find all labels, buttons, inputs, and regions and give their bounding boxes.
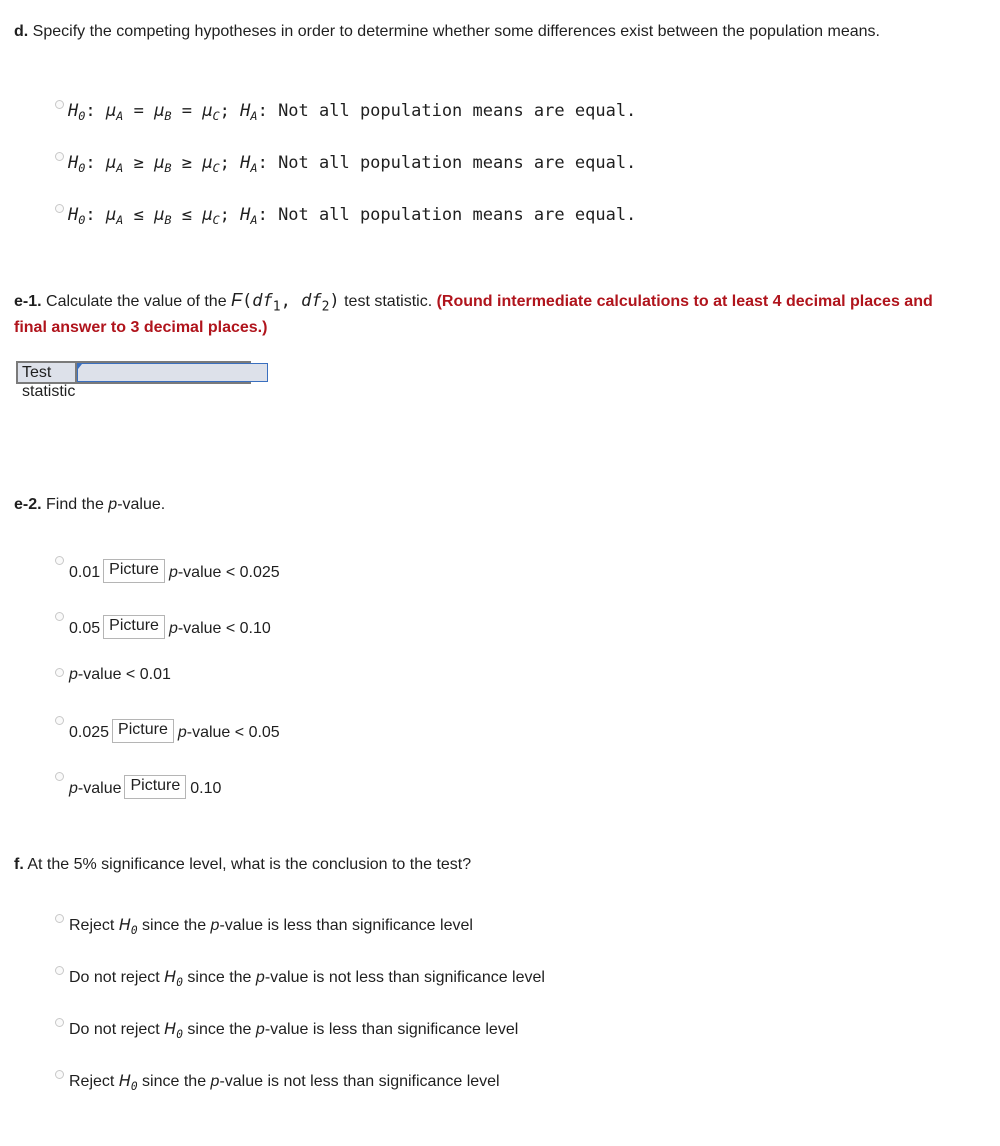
test-statistic-label: Test statistic	[18, 363, 78, 400]
pvalue-option-text: 0.05 Picture p-value < 0.10	[69, 615, 271, 639]
picture-placeholder: Picture	[112, 719, 174, 743]
test-statistic-table: Test statistic	[16, 361, 269, 400]
question-f-label: f.	[14, 856, 24, 873]
question-f-prompt: f. At the 5% significance level, what is…	[14, 855, 944, 875]
radio-button[interactable]	[55, 772, 64, 781]
radio-button[interactable]	[55, 966, 64, 975]
question-f-text: At the 5% significance level, what is th…	[27, 856, 472, 873]
radio-button[interactable]	[55, 204, 64, 213]
radio-button[interactable]	[55, 1070, 64, 1079]
conclusion-option-text: Reject H0 since the p-value is not less …	[69, 1071, 500, 1093]
question-e2-label: e-2.	[14, 496, 42, 513]
picture-placeholder: Picture	[124, 775, 187, 799]
question-d-prompt: d. Specify the competing hypotheses in o…	[14, 22, 944, 42]
radio-button[interactable]	[55, 612, 64, 621]
radio-button[interactable]	[55, 914, 64, 923]
picture-placeholder: Picture	[103, 559, 165, 583]
question-e1-prompt: e-1. Calculate the value of the F(df1, d…	[14, 290, 933, 336]
question-d-text: Specify the competing hypotheses in orde…	[32, 23, 880, 40]
radio-button[interactable]	[55, 152, 64, 161]
picture-placeholder: Picture	[103, 615, 165, 639]
question-e2-prompt: e-2. Find the p-value.	[14, 496, 166, 513]
conclusion-option-text: Do not reject H0 since the p-value is no…	[69, 967, 545, 989]
pvalue-option-text: p-value Picture 0.10	[69, 775, 222, 799]
radio-button[interactable]	[55, 668, 64, 677]
hypothesis-text: H0: μA ≤ μB ≤ μC; HA: Not all population…	[68, 205, 637, 228]
conclusion-option-text: Do not reject H0 since the p-value is le…	[69, 1019, 519, 1041]
test-statistic-cell	[77, 363, 269, 382]
question-e1-label: e-1.	[14, 293, 42, 310]
radio-button[interactable]	[55, 716, 64, 725]
radio-button[interactable]	[55, 1018, 64, 1027]
conclusion-option-text: Reject H0 since the p-value is less than…	[69, 915, 473, 937]
hypothesis-text: H0: μA ≥ μB ≥ μC; HA: Not all population…	[68, 153, 637, 176]
pvalue-option-text: 0.025 Picture p-value < 0.05	[69, 719, 280, 743]
pvalue-option-text: p-value < 0.01	[69, 666, 171, 683]
test-statistic-input[interactable]	[77, 363, 269, 382]
radio-button[interactable]	[55, 556, 64, 565]
radio-button[interactable]	[55, 100, 64, 109]
pvalue-option-text: 0.01 Picture p-value < 0.025	[69, 559, 280, 583]
input-marker-icon	[78, 364, 83, 369]
question-d-label: d.	[14, 23, 29, 40]
hypothesis-text: H0: μA = μB = μC; HA: Not all population…	[68, 101, 637, 124]
